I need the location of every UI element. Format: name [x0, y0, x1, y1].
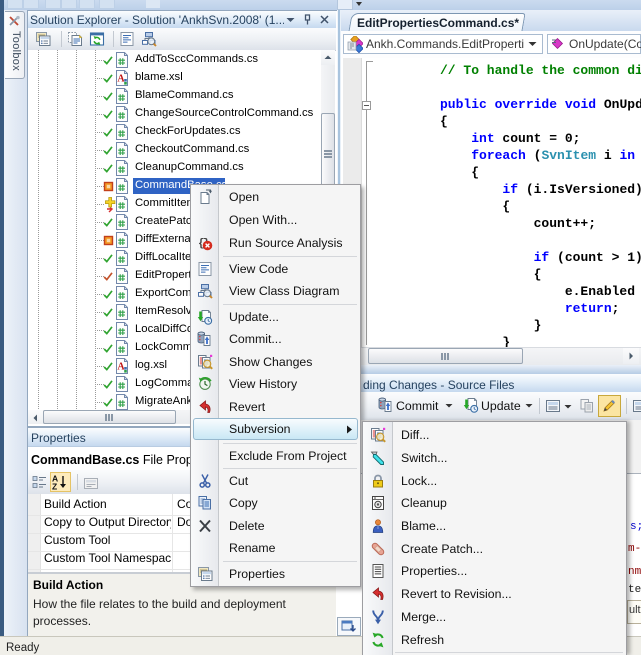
svg-text:Z: Z: [52, 482, 57, 491]
